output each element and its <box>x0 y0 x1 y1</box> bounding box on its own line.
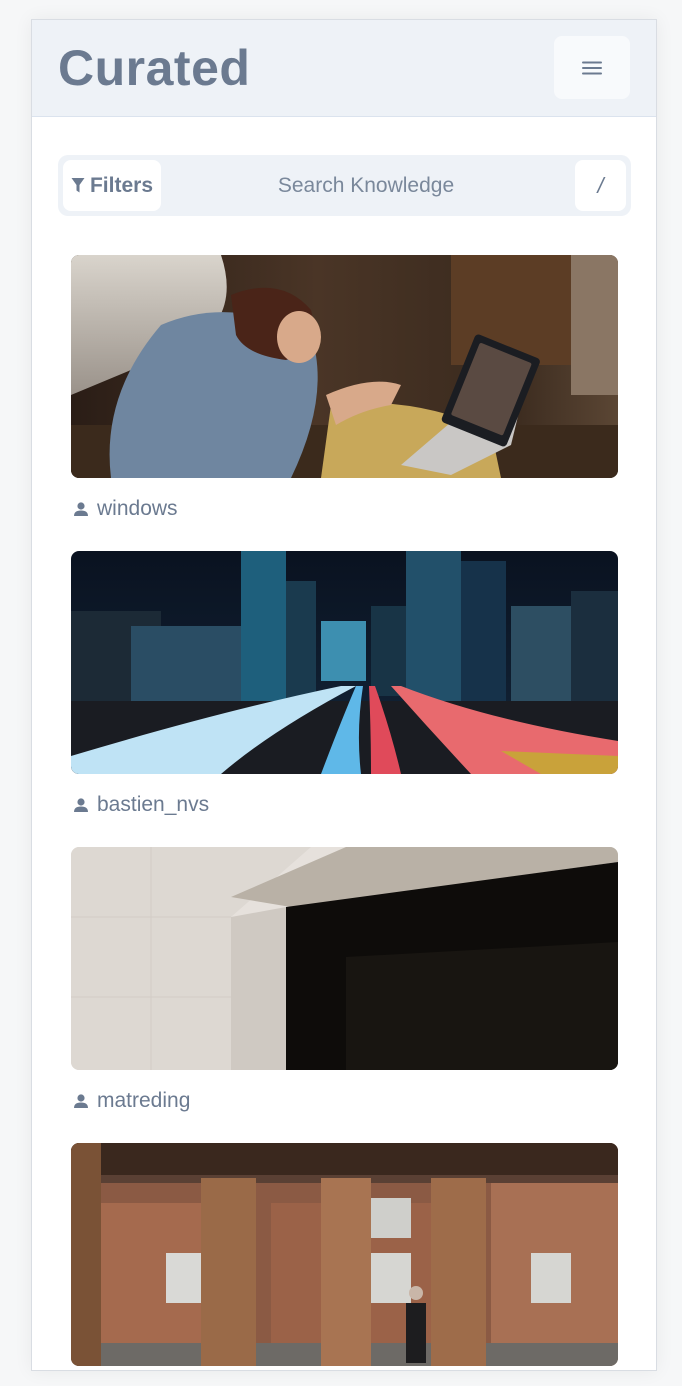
filters-button[interactable]: Filters <box>63 160 161 211</box>
photo-architecture[interactable] <box>71 847 618 1070</box>
photo-card: matreding <box>71 847 618 1113</box>
app-frame: Curated Filters / <box>31 19 657 1371</box>
photo-card: bastien_nvs <box>71 551 618 817</box>
user-icon <box>74 502 88 516</box>
photo-author[interactable]: bastien_nvs <box>73 793 618 817</box>
photo-city-lights[interactable] <box>71 551 618 774</box>
photo-author[interactable]: windows <box>73 497 618 521</box>
search-shortcut-key: / <box>575 160 626 211</box>
photo-author[interactable]: matreding <box>73 1089 618 1113</box>
author-name: bastien_nvs <box>97 793 210 816</box>
filters-label: Filters <box>89 173 154 197</box>
site-logo[interactable]: Curated <box>58 38 250 98</box>
photo-video-call[interactable] <box>71 255 618 478</box>
menu-button[interactable] <box>554 36 630 99</box>
search-bar: Filters / <box>58 155 631 216</box>
author-name: matreding <box>97 1089 191 1112</box>
user-icon <box>74 1094 88 1108</box>
top-header: Curated <box>32 20 656 117</box>
photo-card: windows <box>71 255 618 521</box>
photo-colonnade[interactable] <box>71 1143 618 1366</box>
author-name: windows <box>97 497 178 520</box>
user-icon <box>74 798 88 812</box>
funnel-icon <box>71 178 85 193</box>
photo-card <box>71 1143 618 1366</box>
search-input[interactable] <box>170 160 562 211</box>
hamburger-menu-icon <box>582 61 602 74</box>
